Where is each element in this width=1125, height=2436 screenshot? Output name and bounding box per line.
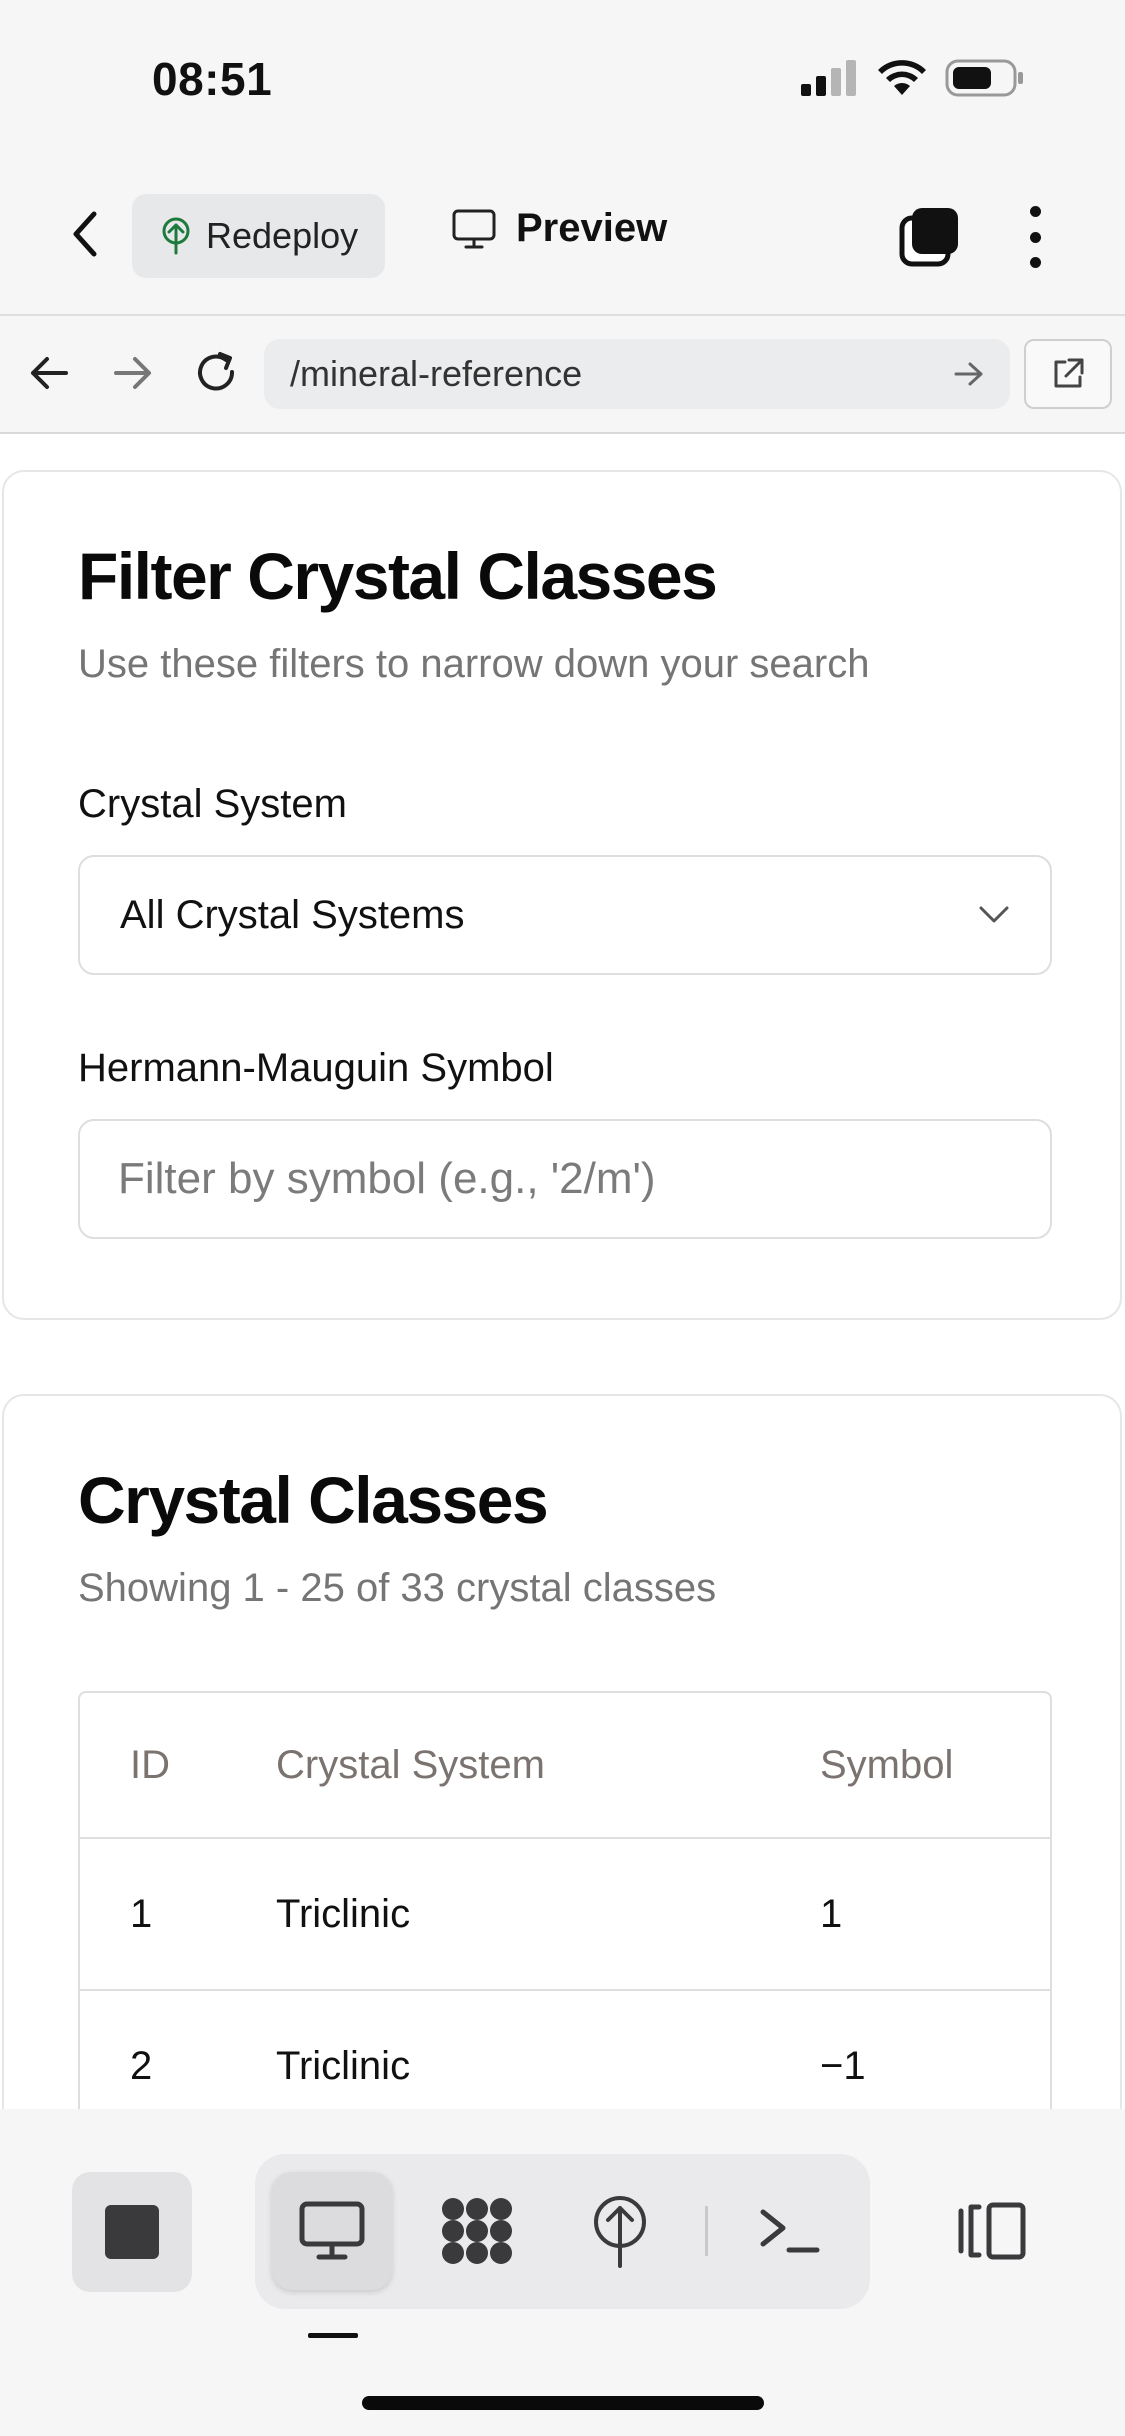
redeploy-icon (162, 217, 190, 255)
deploy-view-button[interactable] (570, 2172, 670, 2290)
url-text: /mineral-reference (290, 353, 583, 394)
arrow-right-icon (114, 357, 151, 389)
nav-back-button[interactable] (26, 350, 72, 396)
reload-button[interactable] (192, 348, 242, 398)
filter-card-subtitle: Use these filters to narrow down your se… (78, 642, 870, 686)
redeploy-label: Redeploy (206, 215, 359, 256)
status-time: 08:51 (152, 53, 273, 105)
terminal-icon (760, 2209, 820, 2253)
symbol-filter-input[interactable]: Filter by symbol (e.g., '2/m') (78, 1119, 1052, 1239)
dot (1029, 231, 1041, 243)
chevron-left-icon (73, 211, 97, 257)
page-content: Filter Crystal Classes Use these filters… (0, 434, 1125, 2109)
cell-id: 2 (130, 2043, 153, 2088)
classes-card-subtitle: Showing 1 - 25 of 33 crystal classes (78, 1566, 717, 1610)
split-view-button[interactable] (942, 2172, 1042, 2290)
signal-icon (801, 60, 856, 96)
crystal-system-label: Crystal System (78, 782, 347, 826)
table-header-row: ID Crystal System Symbol (80, 1693, 1050, 1839)
monitor-icon (452, 209, 496, 248)
active-tab-indicator (308, 2333, 358, 2338)
symbol-label: Hermann-Mauguin Symbol (78, 1046, 554, 1090)
preview-label: Preview (516, 206, 668, 250)
redeploy-button[interactable]: Redeploy (132, 194, 385, 278)
desktop-view-button[interactable] (272, 2172, 392, 2290)
table-row[interactable]: 2 Triclinic −1 (80, 1991, 1050, 2109)
wifi-icon (878, 60, 926, 95)
dot (1029, 257, 1041, 268)
home-indicator[interactable] (362, 2396, 764, 2410)
cell-id: 1 (130, 1891, 153, 1936)
stop-icon (105, 2205, 159, 2259)
back-button[interactable] (60, 206, 110, 262)
filter-card: Filter Crystal Classes Use these filters… (2, 470, 1122, 1320)
crystal-classes-table: ID Crystal System Symbol 1 Triclinic 1 2… (78, 1691, 1052, 2109)
status-icons (801, 58, 1025, 98)
reload-icon (198, 352, 235, 391)
desktop-icon (299, 2201, 365, 2260)
split-view-icon (958, 2202, 1026, 2260)
dot (1029, 206, 1041, 217)
go-arrow-icon[interactable] (954, 361, 984, 387)
cell-symbol: −1 (820, 2043, 866, 2088)
crystal-system-value: All Crystal Systems (120, 892, 465, 937)
column-header-crystal-system[interactable]: Crystal System (276, 1743, 820, 1788)
battery-icon (945, 59, 1023, 97)
crystal-classes-card: Crystal Classes Showing 1 - 25 of 33 cry… (2, 1394, 1122, 2109)
open-external-button[interactable] (1024, 339, 1112, 409)
url-field[interactable]: /mineral-reference (264, 339, 1010, 409)
nav-forward-button[interactable] (110, 350, 156, 396)
network-icon (442, 2198, 512, 2264)
filter-card-title: Filter Crystal Classes (78, 539, 718, 613)
crystal-system-select[interactable]: All Crystal Systems (78, 855, 1052, 975)
classes-card-title: Crystal Classes (78, 1463, 549, 1537)
layers-icon (899, 208, 958, 267)
preview-tab[interactable]: Preview (452, 206, 667, 251)
table-row[interactable]: 1 Triclinic 1 (80, 1839, 1050, 1991)
chevron-down-icon (979, 906, 1009, 923)
column-header-id[interactable]: ID (80, 1743, 276, 1788)
cell-crystal-system: Triclinic (276, 1891, 411, 1936)
external-link-icon (1054, 358, 1084, 388)
deploy-icon (594, 2196, 646, 2268)
column-header-symbol[interactable]: Symbol (820, 1743, 1050, 1788)
cell-symbol: 1 (820, 1891, 843, 1936)
arrow-left-icon (31, 357, 68, 389)
symbol-placeholder: Filter by symbol (e.g., '2/m') (118, 1154, 656, 1203)
cell-crystal-system: Triclinic (276, 2043, 411, 2088)
network-view-button[interactable] (427, 2172, 527, 2290)
more-options-button[interactable] (1022, 206, 1048, 268)
stop-button[interactable] (72, 2172, 192, 2292)
terminal-view-button[interactable] (740, 2172, 840, 2290)
tabs-button[interactable] (898, 206, 960, 268)
toolbar-divider (705, 2206, 708, 2256)
